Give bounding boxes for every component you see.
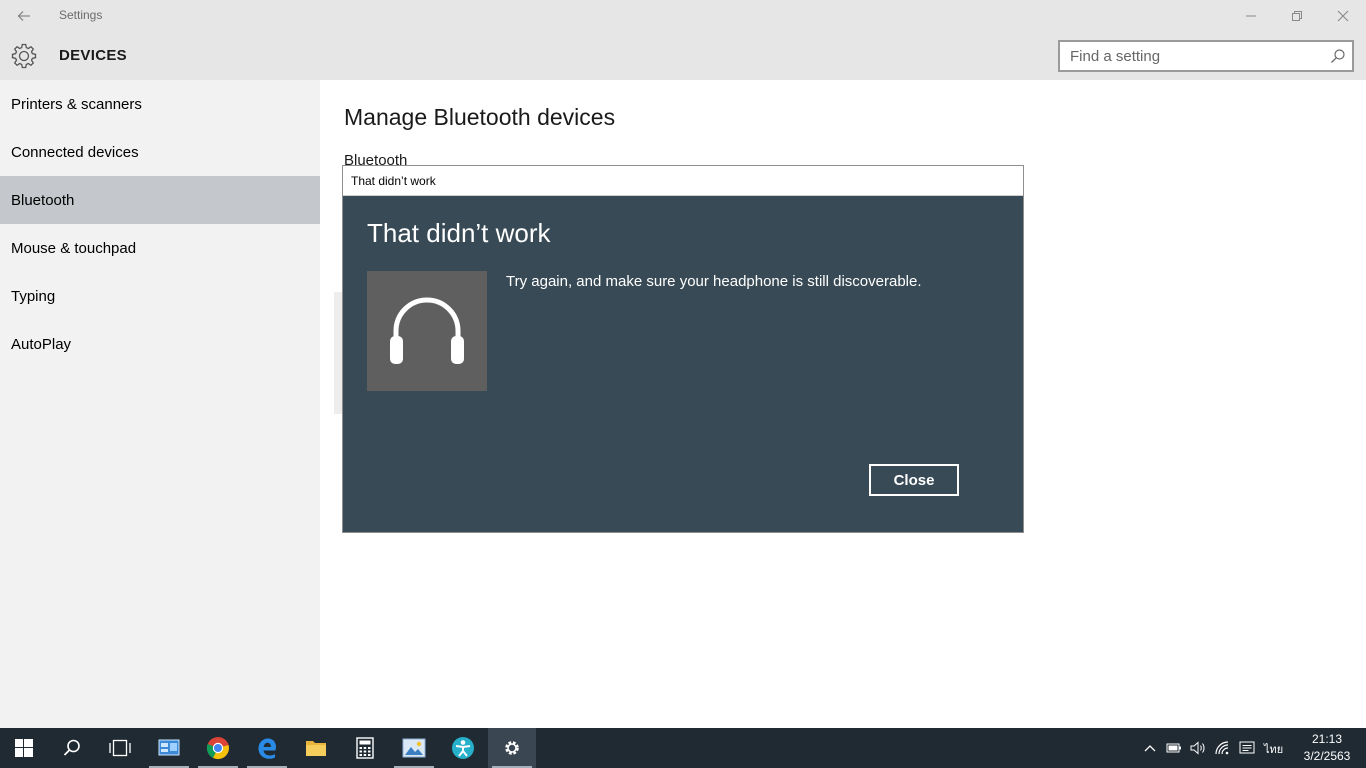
sidebar-item-mouse-touchpad[interactable]: Mouse & touchpad — [0, 224, 320, 272]
sidebar-item-printers-scanners[interactable]: Printers & scanners — [0, 80, 320, 128]
dialog-title-bar: That didn’t work — [343, 166, 1023, 196]
control-panel-icon — [158, 739, 180, 756]
clock-date: 3/2/2563 — [1303, 749, 1351, 763]
taskbar-app-file-explorer[interactable] — [292, 728, 340, 768]
sidebar-item-label: Bluetooth — [11, 191, 75, 209]
task-view-button[interactable] — [96, 728, 144, 768]
scroll-indicator — [334, 292, 342, 414]
search-icon[interactable] — [1330, 48, 1346, 64]
tray-volume[interactable] — [1186, 728, 1210, 768]
dialog-heading: That didn’t work — [367, 218, 551, 248]
input-language-indicator[interactable]: ไทย — [1264, 740, 1283, 758]
window-title: Settings — [59, 8, 103, 22]
gear-icon — [505, 741, 519, 755]
search-icon — [63, 739, 80, 756]
page-heading: DEVICES — [59, 47, 127, 64]
headphones-icon — [390, 297, 464, 364]
search-input[interactable] — [1060, 42, 1320, 70]
chrome-icon — [206, 737, 229, 760]
taskbar-app-edge[interactable] — [243, 728, 291, 768]
task-view-icon — [109, 739, 131, 757]
gear-icon — [11, 43, 37, 69]
edge-icon — [258, 738, 276, 759]
sidebar-item-connected-devices[interactable]: Connected devices — [0, 128, 320, 176]
start-button[interactable] — [0, 728, 48, 768]
taskbar-app-person[interactable] — [439, 728, 487, 768]
taskbar: ไทย 21:13 3/2/2563 — [0, 728, 1366, 768]
search-box[interactable] — [1058, 40, 1354, 72]
tray-overflow-button[interactable] — [1138, 728, 1162, 768]
tray-clock[interactable]: 21:13 3/2/2563 — [1296, 731, 1358, 765]
dialog-window-title: That didn’t work — [351, 174, 436, 188]
tray-wifi[interactable] — [1211, 728, 1235, 768]
sidebar-item-bluetooth[interactable]: Bluetooth — [0, 176, 320, 224]
sidebar-item-label: Typing — [11, 287, 56, 305]
notifications-icon — [1239, 741, 1255, 754]
wifi-icon — [1215, 741, 1229, 755]
sidebar-item-label: AutoPlay — [11, 335, 72, 353]
dialog-close-button[interactable]: Close — [869, 464, 959, 496]
sidebar-item-typing[interactable]: Typing — [0, 272, 320, 320]
sidebar-item-label: Printers & scanners — [11, 95, 142, 113]
person-app-icon — [452, 737, 474, 759]
minimize-button[interactable] — [1228, 0, 1274, 32]
calculator-icon — [356, 737, 374, 759]
tray-notifications[interactable] — [1235, 728, 1259, 768]
section-label-bluetooth: Bluetooth — [344, 152, 408, 166]
settings-header: DEVICES — [0, 32, 1366, 80]
restore-button[interactable] — [1274, 0, 1320, 32]
taskbar-app-control-panel[interactable] — [145, 728, 193, 768]
dialog-message: Try again, and make sure your headphone … — [506, 273, 922, 290]
taskbar-app-chrome[interactable] — [194, 728, 242, 768]
back-arrow-icon — [17, 11, 30, 21]
tray-battery[interactable] — [1162, 728, 1186, 768]
volume-icon — [1190, 741, 1205, 755]
device-tile — [367, 271, 487, 391]
close-button[interactable] — [1320, 0, 1366, 32]
taskbar-app-settings[interactable] — [488, 728, 536, 768]
title-bar: Settings — [0, 0, 1366, 32]
photos-icon — [402, 738, 426, 758]
folder-icon — [306, 741, 326, 756]
windows-start-icon — [15, 739, 33, 757]
close-icon — [1337, 10, 1349, 22]
chevron-up-icon — [1144, 745, 1156, 752]
error-dialog: That didn’t work That didn’t work Try ag… — [342, 165, 1024, 533]
sidebar-item-autoplay[interactable]: AutoPlay — [0, 320, 320, 368]
page-title: Manage Bluetooth devices — [344, 104, 616, 130]
sidebar-item-label: Mouse & touchpad — [11, 239, 137, 257]
taskbar-search-button[interactable] — [48, 728, 96, 768]
restore-icon — [1292, 11, 1302, 21]
minimize-icon — [1246, 15, 1256, 17]
clock-time: 21:13 — [1311, 732, 1343, 746]
back-button[interactable] — [8, 0, 40, 32]
taskbar-app-calculator[interactable] — [341, 728, 389, 768]
taskbar-app-photos[interactable] — [390, 728, 438, 768]
sidebar: Printers & scanners Connected devices Bl… — [0, 80, 320, 728]
battery-icon — [1166, 743, 1181, 753]
sidebar-item-label: Connected devices — [11, 143, 139, 161]
